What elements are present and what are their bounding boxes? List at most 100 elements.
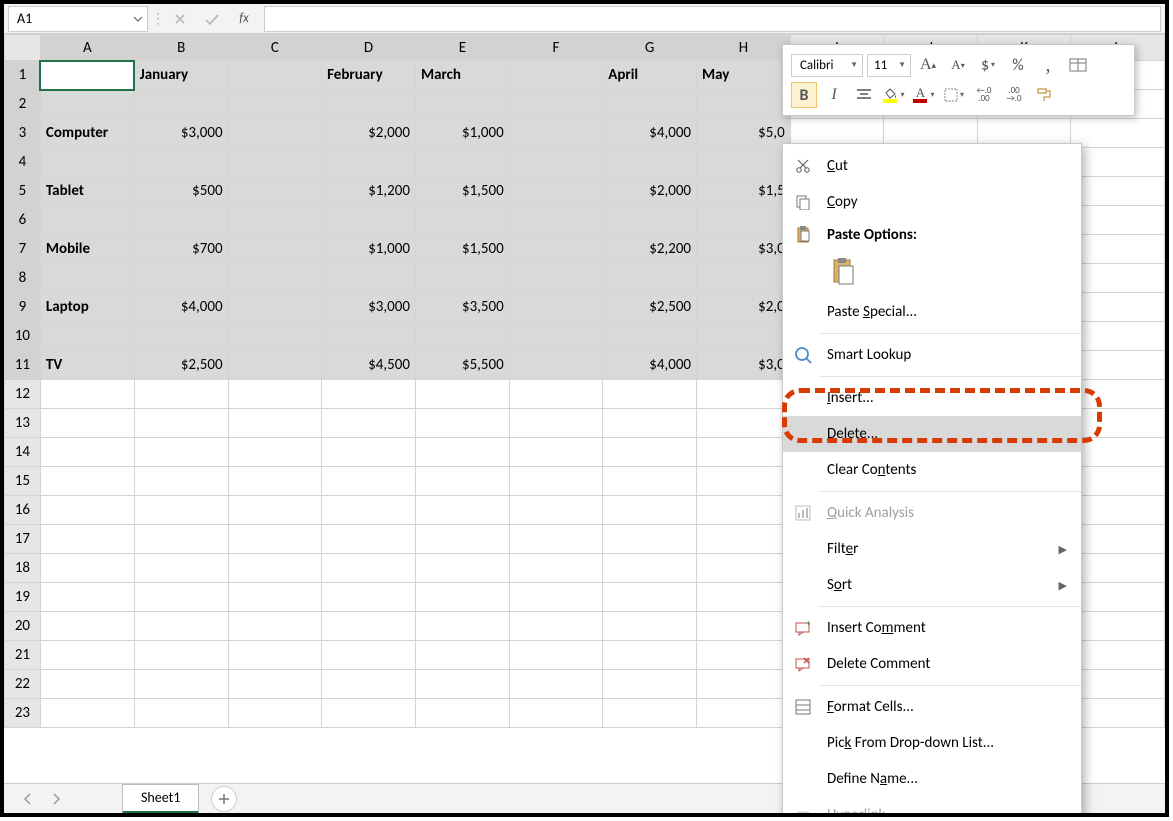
col-header-C[interactable]: C (228, 35, 322, 61)
row-header-5[interactable]: 5 (5, 177, 41, 206)
cell-A11[interactable]: TV (40, 351, 134, 380)
center-align-icon[interactable] (851, 82, 877, 108)
row-header-1[interactable]: 1 (5, 61, 41, 90)
cell-E5[interactable]: $1,500 (415, 177, 509, 206)
format-cells-dialog-icon[interactable] (1065, 52, 1091, 78)
cell-E1[interactable]: March (415, 61, 509, 90)
font-size-select[interactable]: 11 ▼ (867, 54, 911, 77)
cell-B9[interactable]: $4,000 (134, 293, 228, 322)
name-box-dropdown-icon[interactable] (133, 14, 143, 24)
insert-function-icon[interactable]: fx (228, 6, 260, 32)
cell-G1[interactable]: April (603, 61, 697, 90)
sheet-tab-sheet1[interactable]: Sheet1 (122, 784, 199, 814)
cell-D7[interactable]: $1,000 (322, 235, 416, 264)
row-header-17[interactable]: 17 (5, 525, 41, 554)
comma-format-button[interactable]: , (1035, 52, 1061, 78)
menu-insert[interactable]: Insert... (783, 380, 1081, 416)
cell-A9[interactable]: Laptop (40, 293, 134, 322)
row-header-13[interactable]: 13 (5, 409, 41, 438)
col-header-F[interactable]: F (509, 35, 603, 61)
row-header-15[interactable]: 15 (5, 467, 41, 496)
cell-G9[interactable]: $2,500 (603, 293, 697, 322)
sheet-nav-prev-icon[interactable] (14, 788, 42, 810)
cell-G3[interactable]: $4,000 (603, 119, 697, 148)
menu-insert-comment[interactable]: + Insert Comment (783, 610, 1081, 646)
paste-default-button[interactable] (827, 254, 859, 290)
menu-smart-lookup[interactable]: Smart Lookup (783, 337, 1081, 373)
menu-cut[interactable]: Cut (783, 148, 1081, 184)
cell-E9[interactable]: $3,500 (415, 293, 509, 322)
row-header-8[interactable]: 8 (5, 264, 41, 293)
row-header-3[interactable]: 3 (5, 119, 41, 148)
menu-define-name[interactable]: Define Name... (783, 761, 1081, 797)
menu-clear-contents[interactable]: Clear Contents (783, 452, 1081, 488)
cell-B5[interactable]: $500 (134, 177, 228, 206)
cell-C1[interactable] (228, 61, 322, 90)
row-header-16[interactable]: 16 (5, 496, 41, 525)
cell-B7[interactable]: $700 (134, 235, 228, 264)
cell-G11[interactable]: $4,000 (603, 351, 697, 380)
menu-sort[interactable]: Sort ▶ (783, 567, 1081, 603)
cell-H7[interactable]: $3,0 (697, 235, 791, 264)
cell-H11[interactable]: $3,0 (697, 351, 791, 380)
cell-H9[interactable]: $2,0 (697, 293, 791, 322)
row-header-7[interactable]: 7 (5, 235, 41, 264)
cell-D9[interactable]: $3,000 (322, 293, 416, 322)
row-header-22[interactable]: 22 (5, 670, 41, 699)
cell-G7[interactable]: $2,200 (603, 235, 697, 264)
menu-filter[interactable]: Filter ▶ (783, 531, 1081, 567)
row-header-20[interactable]: 20 (5, 612, 41, 641)
increase-font-icon[interactable]: A▴ (915, 52, 941, 78)
col-header-A[interactable]: A (40, 35, 134, 61)
font-color-button[interactable]: A ▾ (911, 82, 937, 108)
bold-button[interactable]: B (791, 82, 817, 108)
cancel-formula-icon[interactable] (164, 6, 196, 32)
row-header-9[interactable]: 9 (5, 293, 41, 322)
cell-A7[interactable]: Mobile (40, 235, 134, 264)
row-header-12[interactable]: 12 (5, 380, 41, 409)
borders-button[interactable]: ▾ (941, 82, 967, 108)
row-header-11[interactable]: 11 (5, 351, 41, 380)
cell-D11[interactable]: $4,500 (322, 351, 416, 380)
formula-input[interactable] (264, 6, 1161, 32)
cell-E3[interactable]: $1,000 (415, 119, 509, 148)
add-sheet-button[interactable] (211, 786, 237, 812)
cell-B1[interactable]: January (134, 61, 228, 90)
menu-format-cells[interactable]: Format Cells... (783, 689, 1081, 725)
row-header-14[interactable]: 14 (5, 438, 41, 467)
cell-A5[interactable]: Tablet (40, 177, 134, 206)
cell-E11[interactable]: $5,500 (415, 351, 509, 380)
format-painter-icon[interactable] (1031, 82, 1057, 108)
font-name-select[interactable]: Calibri ▼ (791, 54, 863, 77)
col-header-D[interactable]: D (322, 35, 416, 61)
cell-D1[interactable]: February (322, 61, 416, 90)
row-header-10[interactable]: 10 (5, 322, 41, 351)
row-header-6[interactable]: 6 (5, 206, 41, 235)
row-header-18[interactable]: 18 (5, 554, 41, 583)
cell-H1[interactable]: May (697, 61, 791, 90)
col-header-B[interactable]: B (134, 35, 228, 61)
menu-delete[interactable]: Delete... (783, 416, 1081, 452)
cell-B3[interactable]: $3,000 (134, 119, 228, 148)
cell-A3[interactable]: Computer (40, 119, 134, 148)
sheet-nav-next-icon[interactable] (42, 788, 70, 810)
col-header-E[interactable]: E (415, 35, 509, 61)
cell-D5[interactable]: $1,200 (322, 177, 416, 206)
cell-F1[interactable] (509, 61, 603, 90)
cell-B11[interactable]: $2,500 (134, 351, 228, 380)
menu-delete-comment[interactable]: Delete Comment (783, 646, 1081, 682)
cell-A1[interactable] (40, 61, 134, 90)
enter-formula-icon[interactable] (196, 6, 228, 32)
increase-decimal-button[interactable]: ←.0.00 (971, 82, 997, 108)
cell-H5[interactable]: $1,5 (697, 177, 791, 206)
col-header-G[interactable]: G (603, 35, 697, 61)
decrease-decimal-button[interactable]: .00→.0 (1001, 82, 1027, 108)
fill-color-button[interactable]: ▾ (881, 82, 907, 108)
italic-button[interactable]: I (821, 82, 847, 108)
row-header-23[interactable]: 23 (5, 699, 41, 728)
col-header-H[interactable]: H (697, 35, 791, 61)
accounting-format-button[interactable]: $▾ (975, 52, 1001, 78)
row-header-21[interactable]: 21 (5, 641, 41, 670)
select-all[interactable] (5, 35, 41, 61)
cell-E7[interactable]: $1,500 (415, 235, 509, 264)
